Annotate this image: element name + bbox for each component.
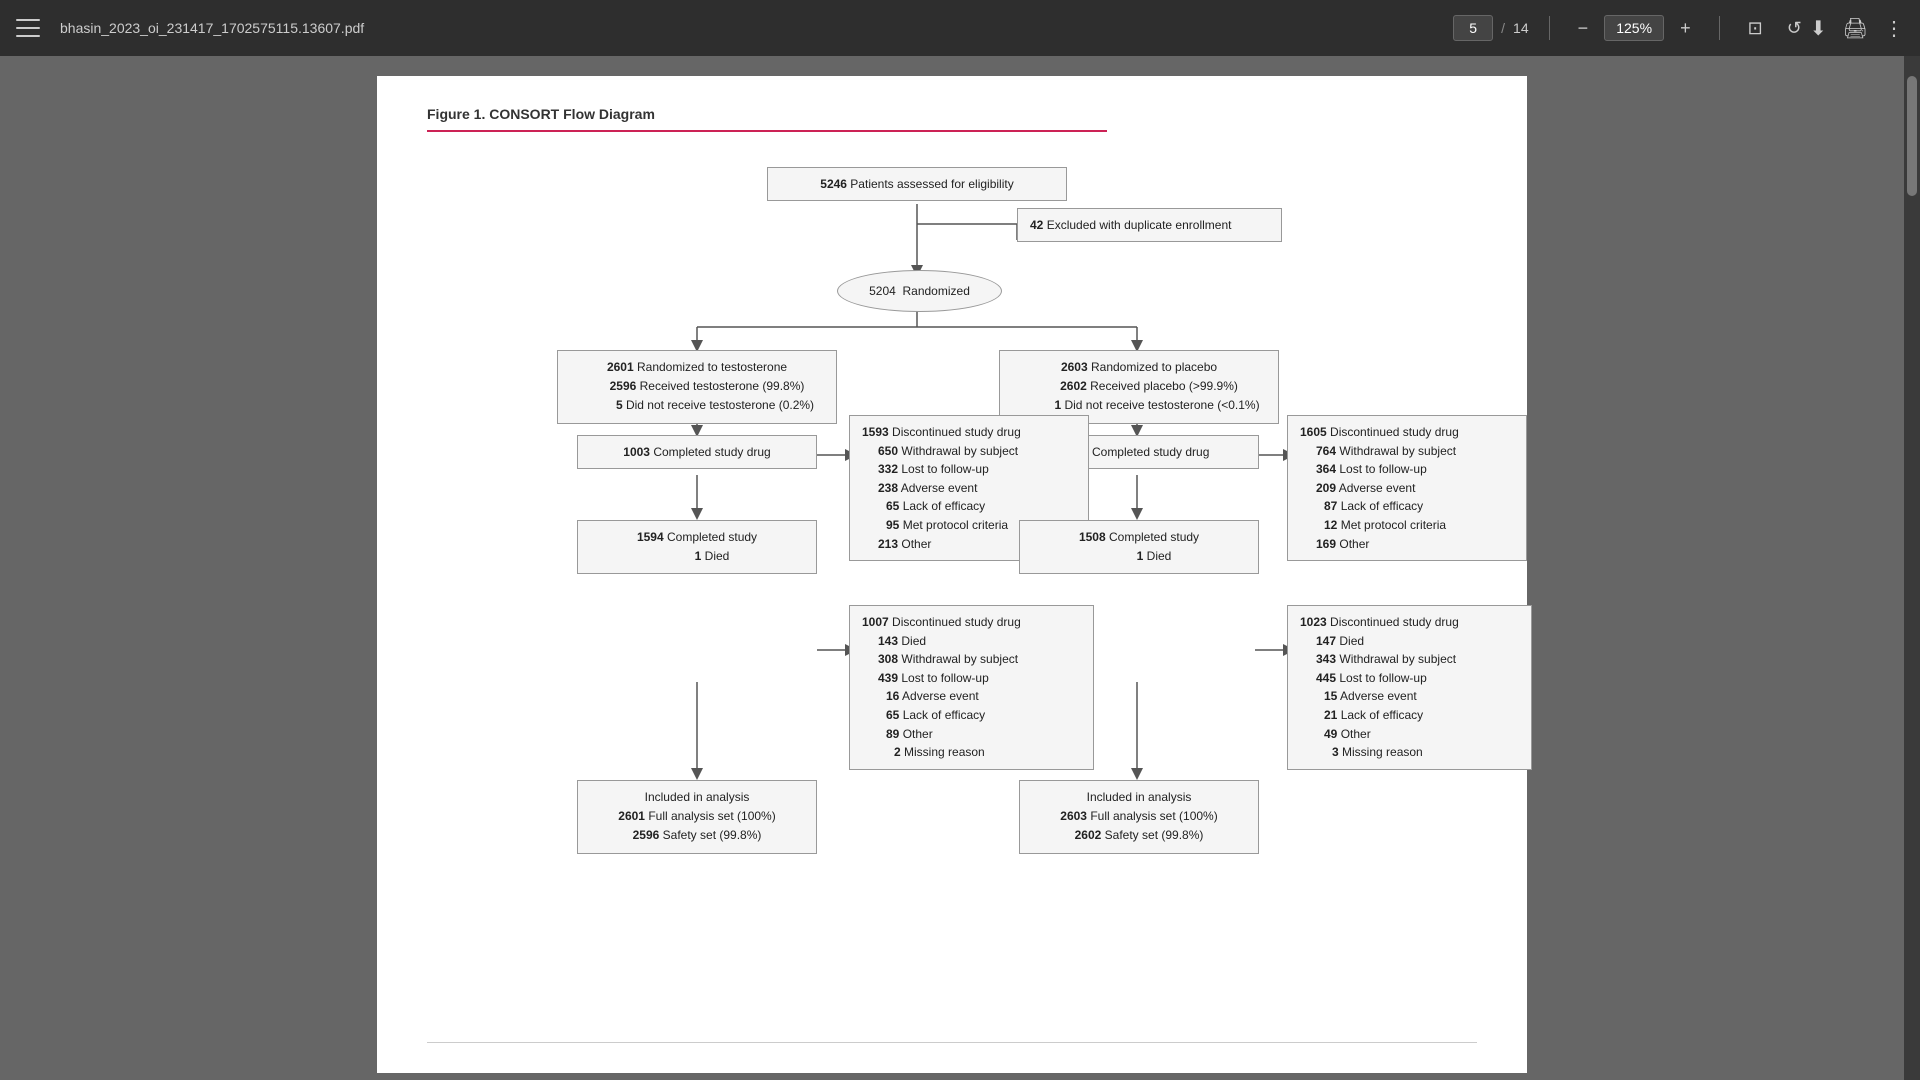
rotate-button[interactable]: ↺ xyxy=(1779,14,1810,43)
scrollbar-thumb[interactable] xyxy=(1907,76,1917,196)
more-options-button[interactable]: ⋮ xyxy=(1884,16,1904,41)
toolbar-right: ⬇ 🖨 ⋮ xyxy=(1810,16,1904,41)
completed-study-right-box: 1508 Completed study 1 Died xyxy=(1019,520,1259,574)
page-footer-line xyxy=(427,1042,1477,1043)
placebo-group-box: 2603 Randomized to placebo 2602 Received… xyxy=(999,350,1279,424)
completed-drug-left-box: 1003 Completed study drug xyxy=(577,435,817,469)
completed-study-left-box: 1594 Completed study 1 Died xyxy=(577,520,817,574)
fit-page-button[interactable]: ⊡ xyxy=(1740,14,1771,43)
pdf-area: Figure 1. CONSORT Flow Diagram xyxy=(0,56,1904,1080)
page-total: 14 xyxy=(1513,20,1529,36)
discontinued2-right-box: 1023 Discontinued study drug 147 Died 34… xyxy=(1287,605,1532,770)
eligibility-box: 5246 Patients assessed for eligibility xyxy=(767,167,1067,201)
analysis-right-box: Included in analysis 2603 Full analysis … xyxy=(1019,780,1259,854)
scrollbar-right[interactable] xyxy=(1904,56,1920,1080)
zoom-out-button[interactable]: − xyxy=(1570,14,1597,43)
print-button[interactable]: 🖨 xyxy=(1843,16,1868,41)
discontinued2-left-box: 1007 Discontinued study drug 143 Died 30… xyxy=(849,605,1094,770)
page-nav: 5 / 14 − 125% + ⊡ ↺ xyxy=(1453,14,1810,43)
content-area: Figure 1. CONSORT Flow Diagram xyxy=(0,56,1920,1080)
menu-icon[interactable] xyxy=(16,19,40,37)
filename-label: bhasin_2023_oi_231417_1702575115.13607.p… xyxy=(60,20,1453,36)
download-button[interactable]: ⬇ xyxy=(1810,16,1827,41)
zoom-level-input[interactable]: 125% xyxy=(1604,15,1664,41)
pdf-page: Figure 1. CONSORT Flow Diagram xyxy=(377,76,1527,1073)
page-current-input[interactable]: 5 xyxy=(1453,15,1493,41)
zoom-divider xyxy=(1719,16,1720,40)
figure-title: Figure 1. CONSORT Flow Diagram xyxy=(427,106,1107,132)
randomized-box: 5204 Randomized xyxy=(837,270,1002,312)
toolbar: bhasin_2023_oi_231417_1702575115.13607.p… xyxy=(0,0,1920,56)
analysis-left-box: Included in analysis 2601 Full analysis … xyxy=(577,780,817,854)
nav-divider xyxy=(1549,16,1550,40)
zoom-in-button[interactable]: + xyxy=(1672,14,1699,43)
testosterone-group-box: 2601 Randomized to testosterone 2596 Rec… xyxy=(557,350,837,424)
page-separator: / xyxy=(1501,20,1505,36)
discontinued-right-box: 1605 Discontinued study drug 764 Withdra… xyxy=(1287,415,1527,561)
flow-diagram: 5246 Patients assessed for eligibility 4… xyxy=(427,152,1477,1022)
excluded-box: 42 Excluded with duplicate enrollment xyxy=(1017,208,1282,242)
